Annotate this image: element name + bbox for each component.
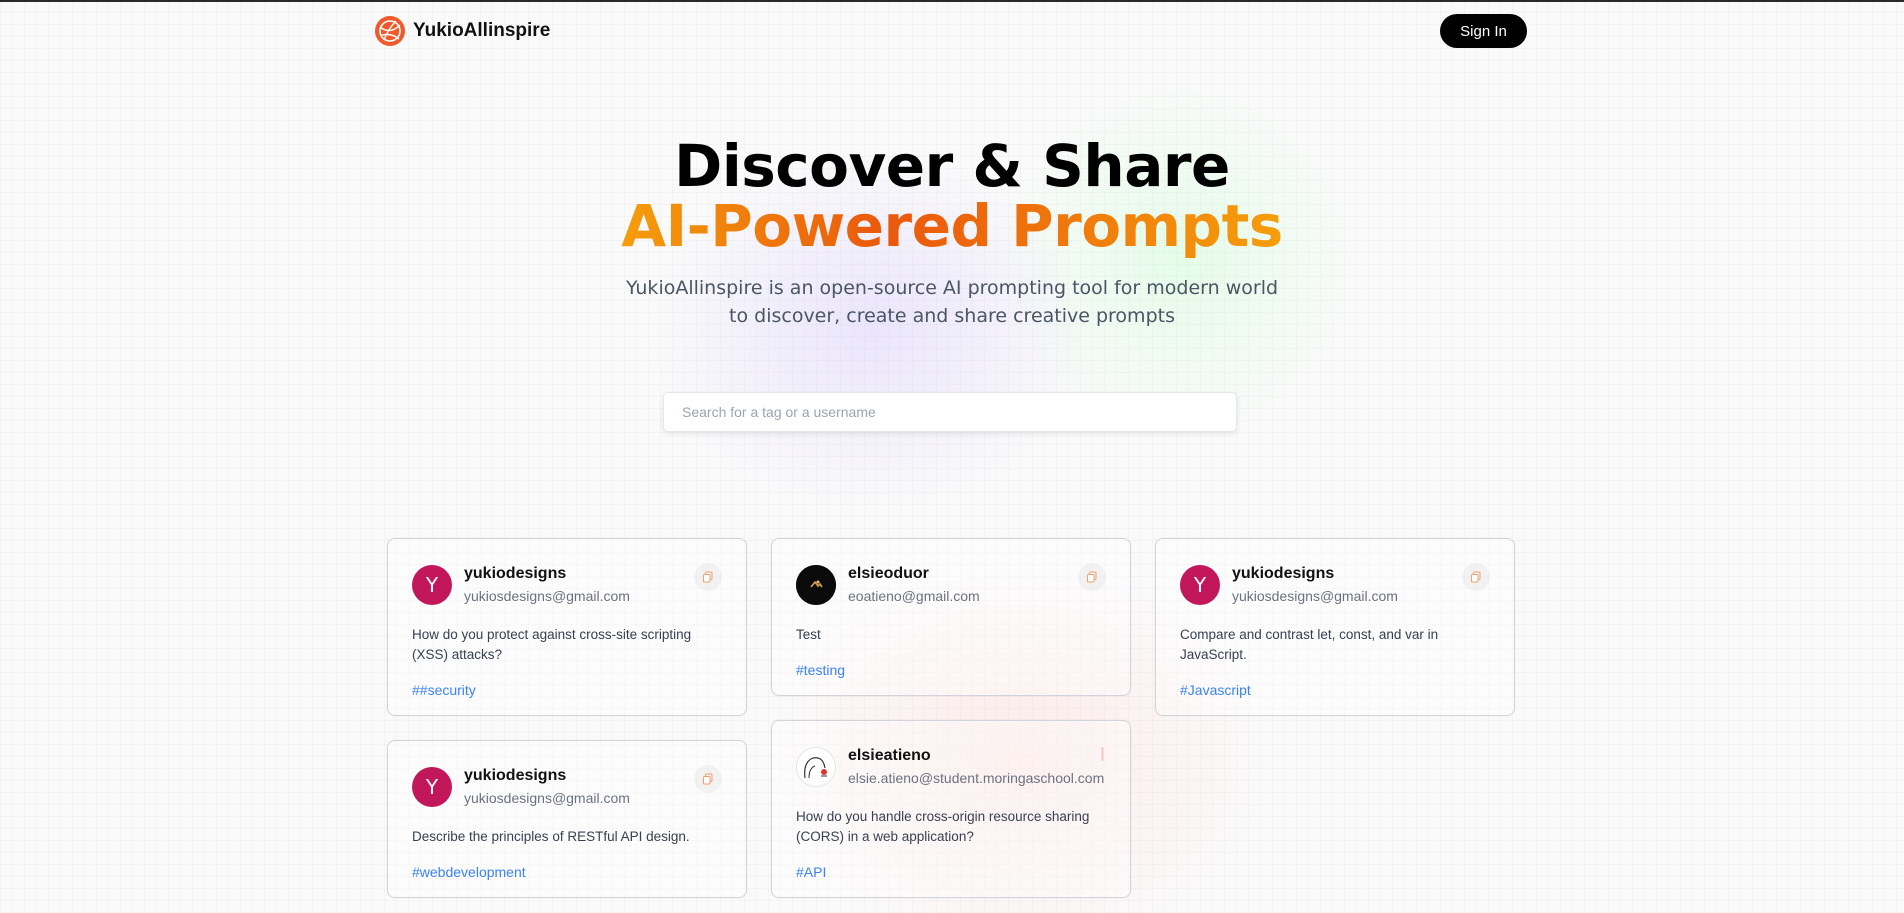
avatar[interactable]: Y — [412, 565, 452, 605]
prompt-tag[interactable]: #API — [796, 864, 826, 880]
avatar[interactable] — [796, 747, 836, 787]
copy-icon — [1087, 571, 1097, 583]
copy-button[interactable] — [1078, 563, 1106, 591]
search-input[interactable] — [663, 392, 1237, 432]
prompt-tag[interactable]: #Javascript — [1180, 682, 1251, 698]
prompt-card: elsieoduor eoatieno@gmail.com Test #test… — [771, 538, 1131, 696]
avatar[interactable]: Y — [1180, 565, 1220, 605]
prompt-card: Y yukiodesigns yukiosdesigns@gmail.com D… — [387, 740, 747, 898]
copy-button[interactable] — [694, 563, 722, 591]
hero-highlight-text: AI-Powered Prompts — [621, 192, 1283, 260]
copy-icon — [703, 571, 713, 583]
avatar[interactable]: Y — [412, 767, 452, 807]
hero-highlight: AI-Powered Prompts — [0, 192, 1904, 260]
username[interactable]: elsieoduor — [848, 565, 929, 583]
prompt-card: Y yukiodesigns yukiosdesigns@gmail.com H… — [387, 538, 747, 716]
user-email: eoatieno@gmail.com — [848, 588, 980, 604]
copy-icon — [1471, 571, 1481, 583]
username[interactable]: elsieatieno — [848, 747, 931, 765]
copy-button[interactable] — [1462, 563, 1490, 591]
user-email: elsie.atieno@student.moringaschool.com — [848, 770, 1105, 786]
prompt-tag[interactable]: #webdevelopment — [412, 864, 526, 880]
hero-subtitle: YukioAllinspire is an open-source AI pro… — [625, 277, 1279, 327]
prompt-text: Describe the principles of RESTful API d… — [412, 829, 690, 844]
prompt-text: Compare and contrast let, const, and var… — [1180, 627, 1439, 662]
prompt-card: Y yukiodesigns yukiosdesigns@gmail.com C… — [1155, 538, 1515, 716]
prompt-tag[interactable]: ##security — [412, 682, 476, 698]
hero-title: Discover & Share — [674, 132, 1230, 200]
avatar-sketch-icon — [804, 757, 827, 779]
user-email: yukiosdesigns@gmail.com — [464, 588, 630, 604]
prompt-text: How do you handle cross-origin resource … — [796, 809, 1090, 844]
copy-icon — [1101, 747, 1104, 761]
avatar[interactable] — [796, 565, 836, 605]
prompt-text: Test — [796, 627, 821, 642]
username[interactable]: yukiodesigns — [464, 565, 566, 583]
prompt-card: elsieatieno elsie.atieno@student.moringa… — [771, 720, 1131, 898]
user-email: yukiosdesigns@gmail.com — [464, 790, 630, 806]
user-email: yukiosdesigns@gmail.com — [1232, 588, 1398, 604]
copy-button[interactable] — [1101, 747, 1104, 761]
prompt-tag[interactable]: #testing — [796, 662, 845, 678]
username[interactable]: yukiodesigns — [1232, 565, 1334, 583]
copy-button[interactable] — [694, 765, 722, 793]
logo-icon[interactable] — [374, 15, 406, 47]
copy-icon — [703, 773, 713, 785]
brand-name[interactable]: YukioAllinspire — [413, 20, 550, 42]
avatar-image-icon — [796, 565, 836, 605]
sign-in-button[interactable]: Sign In — [1440, 14, 1527, 48]
prompt-text: How do you protect against cross-site sc… — [412, 627, 692, 662]
username[interactable]: yukiodesigns — [464, 767, 566, 785]
